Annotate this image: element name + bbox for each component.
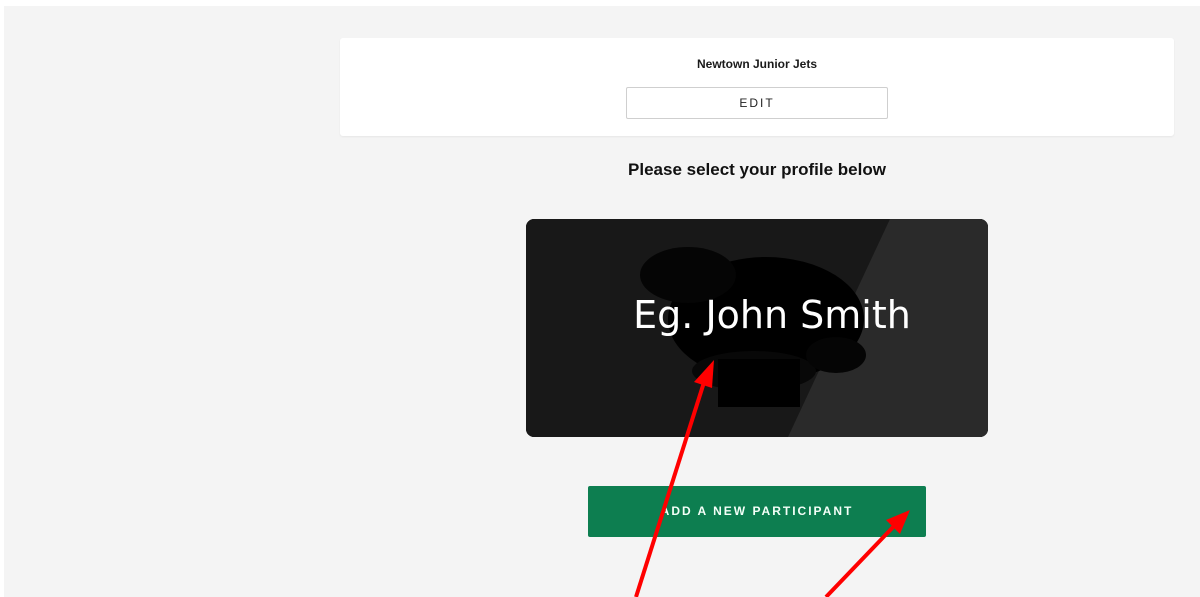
select-profile-heading: Please select your profile below (628, 160, 886, 179)
club-card: Newtown Junior Jets EDIT (340, 38, 1174, 136)
edit-button[interactable]: EDIT (626, 87, 888, 119)
profile-card[interactable]: Eg. John Smith (526, 219, 988, 437)
club-name: Newtown Junior Jets (696, 57, 818, 71)
profile-name: Eg. John Smith (633, 293, 911, 337)
add-participant-button[interactable]: ADD A NEW PARTICIPANT (588, 486, 926, 537)
